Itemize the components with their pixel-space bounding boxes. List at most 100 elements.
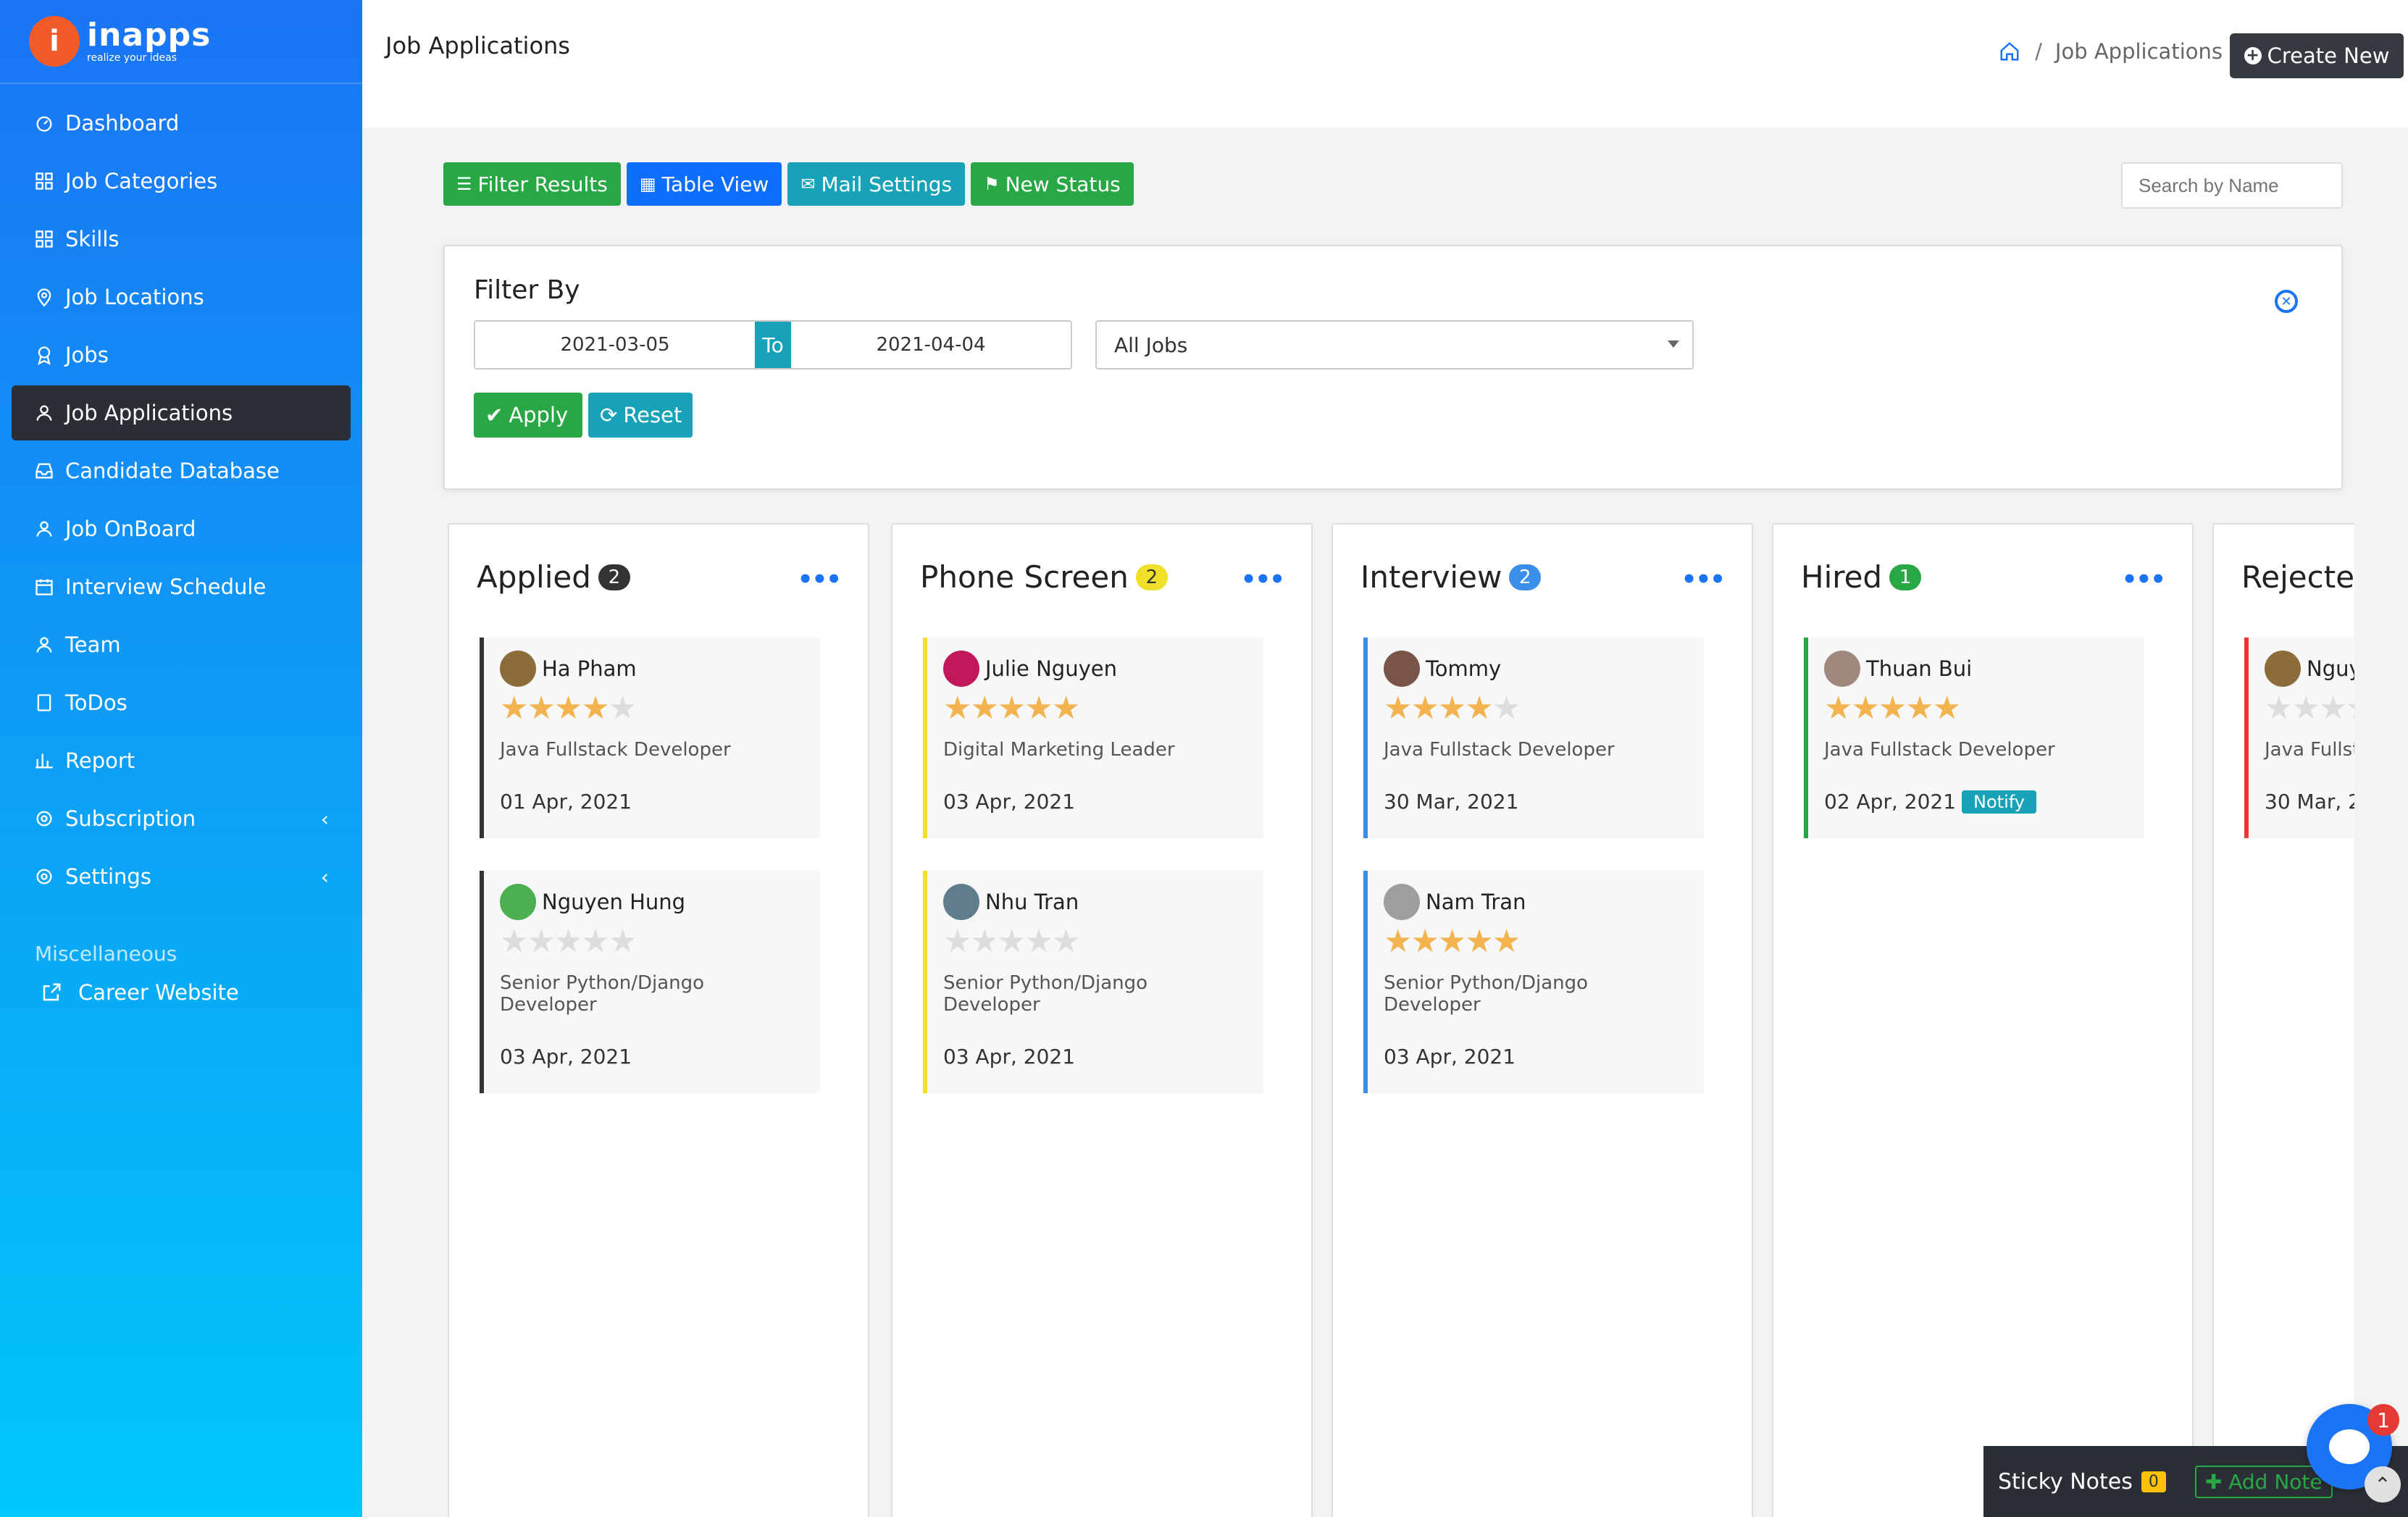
new-status-label: New Status <box>1005 172 1121 196</box>
star-icon[interactable]: ★ <box>970 923 998 960</box>
sidebar-item-label: Interview Schedule <box>65 574 267 599</box>
sidebar-item-dashboard[interactable]: Dashboard <box>12 96 351 151</box>
star-icon[interactable]: ★ <box>1384 923 1412 960</box>
star-icon[interactable]: ★ <box>1824 690 1852 727</box>
applicant-card[interactable]: Nam Tran ★★★★★ Senior Python/Django Develo… <box>1363 871 1704 1093</box>
star-icon[interactable]: ★ <box>1438 690 1466 727</box>
more-horizontal-icon[interactable]: ••• <box>1241 565 1285 594</box>
applicant-name[interactable]: Nguy <box>2307 656 2354 681</box>
applicant-name[interactable]: Thuan Bui <box>1866 656 1972 681</box>
sidebar-item-candidate-database[interactable]: Candidate Database <box>12 443 351 498</box>
star-icon[interactable]: ★ <box>527 690 555 727</box>
date-from-input[interactable]: 2021-03-05 <box>475 322 755 368</box>
star-icon[interactable]: ★ <box>943 690 971 727</box>
table-view-button[interactable]: ▦ Table View <box>626 162 782 206</box>
sidebar-item-settings[interactable]: Settings ‹ <box>12 849 351 904</box>
star-icon[interactable]: ★ <box>1410 690 1439 727</box>
applicant-name[interactable]: Nhu Tran <box>985 890 1079 914</box>
sidebar-item-job-applications[interactable]: Job Applications <box>12 385 351 440</box>
home-icon[interactable] <box>1999 41 2020 62</box>
star-icon[interactable]: ★ <box>998 923 1026 960</box>
star-icon[interactable]: ★ <box>581 690 609 727</box>
date-to-input[interactable]: 2021-04-04 <box>791 322 1071 368</box>
logo[interactable]: i inapps realize your ideas <box>0 0 362 84</box>
star-icon[interactable]: ★ <box>1905 690 1933 727</box>
star-icon[interactable]: ★ <box>1024 690 1053 727</box>
filter-results-button[interactable]: ☰ Filter Results <box>443 162 621 206</box>
star-icon[interactable]: ★ <box>1492 690 1521 727</box>
applicant-card[interactable]: Nguy ★★★★★ Java Fullst 30 Mar, 20 <box>2244 638 2354 838</box>
star-icon[interactable]: ★ <box>500 690 528 727</box>
column-title-label: Applied <box>477 559 591 595</box>
logo-tagline: realize your ideas <box>87 52 177 64</box>
apply-button[interactable]: ✔ Apply <box>474 393 582 438</box>
mail-settings-button[interactable]: ✉ Mail Settings <box>787 162 966 206</box>
applicant-card[interactable]: Tommy ★★★★★ Java Fullstack Developer 30 Mar… <box>1363 638 1704 838</box>
check-icon: ✔ <box>485 403 503 427</box>
star-icon[interactable]: ★ <box>1933 690 1961 727</box>
star-icon[interactable]: ★ <box>970 690 998 727</box>
applicant-card[interactable]: Nguyen Hung ★★★★★ Senior Python/Django Dev… <box>480 871 820 1093</box>
sidebar-item-job-locations[interactable]: Job Locations <box>12 269 351 325</box>
add-note-button[interactable]: ✚ Add Note <box>2194 1465 2333 1498</box>
sidebar-item-interview-schedule[interactable]: Interview Schedule <box>12 559 351 614</box>
reset-button[interactable]: ⟳ Reset <box>588 393 693 438</box>
search-input[interactable] <box>2121 162 2343 209</box>
applicant-name[interactable]: Nguyen Hung <box>542 890 685 914</box>
more-horizontal-icon[interactable]: ••• <box>2122 565 2166 594</box>
sidebar-item-subscription[interactable]: Subscription ‹ <box>12 791 351 846</box>
more-horizontal-icon[interactable]: ••• <box>798 565 842 594</box>
star-icon[interactable]: ★ <box>1878 690 1907 727</box>
applicant-card[interactable]: Thuan Bui ★★★★★ Java Fullstack Developer 02… <box>1804 638 2144 838</box>
star-icon[interactable]: ★ <box>500 923 528 960</box>
career-website-label: Career Website <box>78 980 239 1005</box>
sidebar-item-jobs[interactable]: Jobs <box>12 327 351 383</box>
star-icon[interactable]: ★ <box>1052 923 1080 960</box>
applicant-name[interactable]: Nam Tran <box>1426 890 1526 914</box>
star-icon[interactable]: ★ <box>998 690 1026 727</box>
star-icon[interactable]: ★ <box>2291 690 2320 727</box>
close-circle-icon[interactable]: ✕ <box>2275 290 2298 313</box>
applicant-name[interactable]: Tommy <box>1426 656 1501 681</box>
star-icon[interactable]: ★ <box>609 690 637 727</box>
star-icon[interactable]: ★ <box>2265 690 2293 727</box>
sidebar-item-report[interactable]: Report <box>12 733 351 788</box>
star-icon[interactable]: ★ <box>2346 690 2354 727</box>
applicant-card[interactable]: Nhu Tran ★★★★★ Senior Python/Django Develo… <box>923 871 1263 1093</box>
sidebar-item-job-onboard[interactable]: Job OnBoard <box>12 501 351 556</box>
applicant-date: 03 Apr, 2021 <box>943 790 1076 814</box>
avatar <box>943 884 979 920</box>
sidebar-item-todos[interactable]: ToDos <box>12 675 351 730</box>
star-icon[interactable]: ★ <box>581 923 609 960</box>
star-icon[interactable]: ★ <box>1465 923 1493 960</box>
star-icon[interactable]: ★ <box>943 923 971 960</box>
star-icon[interactable]: ★ <box>554 923 582 960</box>
star-icon[interactable]: ★ <box>1492 923 1521 960</box>
star-icon[interactable]: ★ <box>1438 923 1466 960</box>
applicant-card[interactable]: Ha Pham ★★★★★ Java Fullstack Developer 01 A… <box>480 638 820 838</box>
star-icon[interactable]: ★ <box>2319 690 2347 727</box>
star-icon[interactable]: ★ <box>1052 690 1080 727</box>
star-icon[interactable]: ★ <box>1410 923 1439 960</box>
star-icon[interactable]: ★ <box>554 690 582 727</box>
create-new-button[interactable]: + Create New <box>2230 33 2404 78</box>
applicant-card[interactable]: Julie Nguyen ★★★★★ Digital Marketing Leade… <box>923 638 1263 838</box>
star-icon[interactable]: ★ <box>1465 690 1493 727</box>
applicant-name[interactable]: Ha Pham <box>542 656 637 681</box>
notify-button[interactable]: Notify <box>1962 790 2036 814</box>
job-select[interactable]: All Jobs <box>1095 320 1694 369</box>
sidebar-item-skills[interactable]: Skills <box>12 212 351 267</box>
star-icon[interactable]: ★ <box>609 923 637 960</box>
chevron-up-icon[interactable]: ⌃ <box>2365 1466 2401 1503</box>
sidebar-item-team[interactable]: Team <box>12 617 351 672</box>
star-icon[interactable]: ★ <box>1851 690 1879 727</box>
new-status-button[interactable]: ⚑ New Status <box>971 162 1134 206</box>
applicant-name[interactable]: Julie Nguyen <box>985 656 1117 681</box>
star-icon[interactable]: ★ <box>1384 690 1412 727</box>
more-horizontal-icon[interactable]: ••• <box>1681 565 1726 594</box>
column-count-badge: 2 <box>598 564 630 590</box>
star-icon[interactable]: ★ <box>527 923 555 960</box>
career-website-link[interactable]: Career Website <box>0 980 362 1005</box>
star-icon[interactable]: ★ <box>1024 923 1053 960</box>
sidebar-item-job-categories[interactable]: Job Categories <box>12 154 351 209</box>
